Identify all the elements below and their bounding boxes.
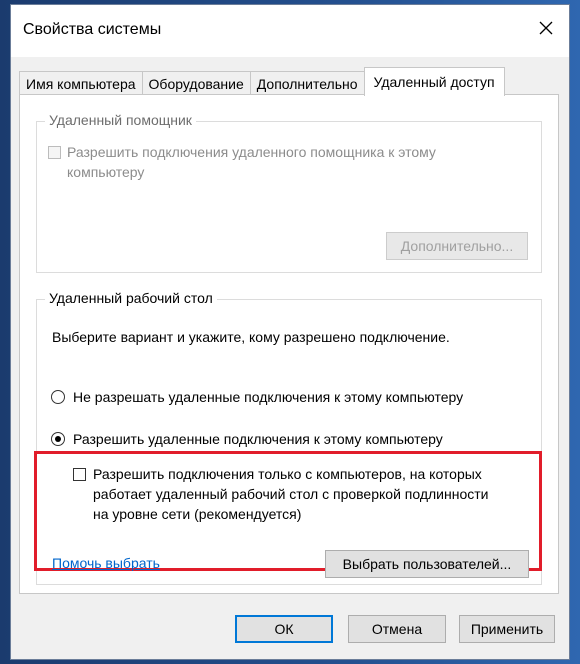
remote-desktop-legend: Удаленный рабочий стол bbox=[45, 290, 217, 306]
tab-strip: Имя компьютера Оборудование Дополнительн… bbox=[19, 67, 505, 96]
window-title: Свойства системы bbox=[23, 21, 162, 38]
remote-assistance-checkbox[interactable] bbox=[48, 146, 61, 159]
radio-deny-label: Не разрешать удаленные подключения к это… bbox=[73, 389, 464, 405]
help-me-choose-link[interactable]: Помочь выбрать bbox=[52, 555, 160, 571]
remote-assistance-advanced-button[interactable]: Дополнительно... bbox=[386, 232, 528, 260]
ok-button[interactable]: ОК bbox=[235, 615, 333, 643]
remote-desktop-instruction: Выберите вариант и укажите, кому разреше… bbox=[52, 329, 450, 345]
apply-button[interactable]: Применить bbox=[459, 615, 555, 643]
dialog-client-area: Имя компьютера Оборудование Дополнительн… bbox=[11, 57, 569, 659]
remote-tab-panel: Удаленный помощник Разрешить подключения… bbox=[19, 94, 559, 594]
radio-allow-connections[interactable] bbox=[51, 432, 65, 446]
tab-hardware[interactable]: Оборудование bbox=[141, 71, 251, 95]
nla-label-line2: работает удаленный рабочий стол с провер… bbox=[93, 486, 489, 502]
nla-checkbox[interactable] bbox=[73, 468, 86, 481]
tab-advanced[interactable]: Дополнительно bbox=[249, 71, 365, 95]
close-button[interactable] bbox=[523, 5, 569, 51]
remote-assistance-label-line2: компьютеру bbox=[67, 164, 145, 180]
radio-allow-label: Разрешить удаленные подключения к этому … bbox=[73, 431, 443, 447]
radio-deny-connections[interactable] bbox=[51, 390, 65, 404]
remote-assistance-group: Удаленный помощник Разрешить подключения… bbox=[36, 112, 542, 273]
system-properties-dialog: Свойства системы Имя компьютера Оборудов… bbox=[10, 4, 570, 660]
nla-label-line3: на уровне сети (рекомендуется) bbox=[93, 506, 302, 522]
title-bar: Свойства системы bbox=[11, 5, 569, 57]
select-users-button[interactable]: Выбрать пользователей... bbox=[325, 550, 529, 578]
cancel-button[interactable]: Отмена bbox=[348, 615, 446, 643]
tab-remote[interactable]: Удаленный доступ bbox=[363, 67, 505, 96]
remote-assistance-legend: Удаленный помощник bbox=[45, 112, 196, 128]
remote-assistance-label-line1: Разрешить подключения удаленного помощни… bbox=[67, 144, 436, 160]
close-icon bbox=[539, 21, 553, 35]
tab-computer-name[interactable]: Имя компьютера bbox=[19, 71, 143, 95]
nla-label-line1: Разрешить подключения только с компьютер… bbox=[93, 466, 482, 482]
